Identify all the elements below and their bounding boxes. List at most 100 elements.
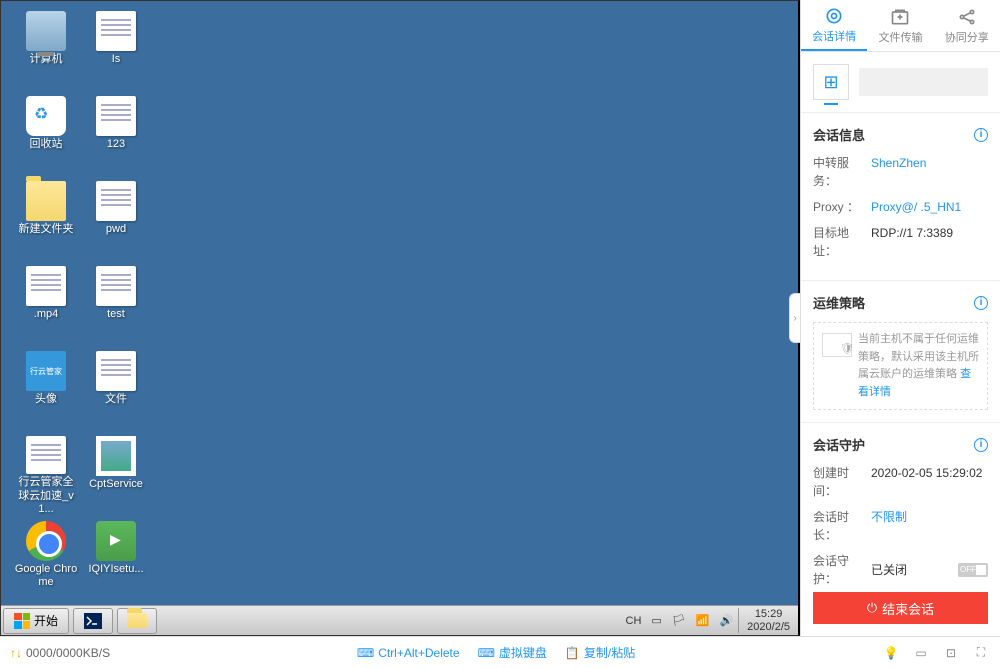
app-icon: 行云管家 <box>26 351 66 391</box>
target-label: 目标地址： <box>813 224 871 260</box>
fullscreen-icon[interactable]: ⛶ <box>972 644 990 662</box>
folder-icon <box>127 613 147 628</box>
tray-flag-icon[interactable]: 🏳 <box>667 614 691 627</box>
desktop-icon-file-is[interactable]: Is <box>81 6 151 91</box>
tray-volume-icon[interactable]: 🔊 <box>714 614 738 627</box>
desktop-icon-iqiyi[interactable]: IQIYIsetu... <box>81 516 151 601</box>
tab-share[interactable]: 协同分享 <box>934 0 1000 51</box>
taskbar-powershell[interactable] <box>73 608 113 634</box>
file-icon <box>26 436 66 474</box>
icon-label: Is <box>112 53 121 66</box>
guard-title: 会话守护 <box>813 435 865 454</box>
file-icon <box>96 11 136 51</box>
network-stats: ↑↓ 0000/0000KB/S <box>10 646 110 660</box>
desktop-icon-file-test[interactable]: test <box>81 261 151 346</box>
power-icon: ⏻ <box>867 600 877 616</box>
ime-indicator[interactable]: CH <box>621 615 647 627</box>
create-time-value: 2020-02-05 15:29:02 <box>871 464 982 500</box>
toolbar-cad[interactable]: ⌨ Ctrl+Alt+Delete <box>357 644 460 661</box>
sidebar-collapse-handle[interactable]: › <box>789 293 801 343</box>
tab-label: 协同分享 <box>945 29 989 45</box>
toolbar-label: 复制/粘贴 <box>584 644 635 661</box>
img-icon <box>96 436 136 476</box>
icon-label: 回收站 <box>30 138 63 151</box>
powershell-icon <box>84 613 102 629</box>
desktop-icon-file-docs[interactable]: 文件 <box>81 346 151 431</box>
policy-help-icon[interactable]: i <box>974 296 988 310</box>
windows-host-icon: ⊞ <box>813 64 849 100</box>
folder-icon <box>26 181 66 221</box>
icon-label: pwd <box>106 223 126 236</box>
icon-label: IQIYIsetu... <box>88 563 143 576</box>
start-label: 开始 <box>34 612 58 629</box>
icon-label: 行云管家全球云加速_v1... <box>14 476 79 516</box>
tab-label: 文件传输 <box>878 29 922 45</box>
relay-label: 中转服务： <box>813 154 871 190</box>
create-time-label: 创建时间： <box>813 464 871 500</box>
tray-time: 15:29 <box>747 608 790 620</box>
tray-clock[interactable]: 15:29 2020/2/5 <box>738 608 798 632</box>
display-settings-icon[interactable]: ▭ <box>912 644 930 662</box>
taskbar: 开始 CH ▭ 🏳 📶 🔊 15:29 2020/2/5 <box>1 605 798 635</box>
session-info-help-icon[interactable]: i <box>974 128 988 142</box>
fit-screen-icon[interactable]: ⊡ <box>942 644 960 662</box>
tray-action-center-icon[interactable]: ▭ <box>646 614 666 627</box>
toolbar-label: 虚拟键盘 <box>499 644 547 661</box>
bin-icon <box>26 96 66 136</box>
cad-icon: ⌨ <box>357 646 374 660</box>
file-icon <box>96 351 136 391</box>
desktop-icon-xingyun[interactable]: 行云管家全球云加速_v1... <box>11 431 81 516</box>
desktop-icon-cptservice[interactable]: CptService <box>81 431 151 516</box>
toolbar-vkb[interactable]: ⌨虚拟键盘 <box>478 644 547 661</box>
desktop-icon-chrome[interactable]: Google Chrome <box>11 516 81 601</box>
icon-label: test <box>107 308 125 321</box>
icon-label: 123 <box>107 138 125 151</box>
guard-help-icon[interactable]: i <box>974 438 988 452</box>
paste-icon: 📋 <box>565 646 580 660</box>
proxy-label: Proxy ： <box>813 198 871 216</box>
proxy-value[interactable]: Proxy@/ .5_HN1 <box>871 198 961 216</box>
end-session-label: 结束会话 <box>882 599 934 618</box>
desktop-icon-file-123[interactable]: 123 <box>81 91 151 176</box>
host-summary: ⊞ <box>801 52 1000 113</box>
end-session-button[interactable]: ⏻ 结束会话 <box>813 592 988 624</box>
icon-label: Google Chrome <box>14 563 79 589</box>
system-tray: CH ▭ 🏳 📶 🔊 15:29 2020/2/5 <box>621 606 799 635</box>
tray-network-icon[interactable]: 📶 <box>691 614 715 627</box>
desktop-icon-avatar[interactable]: 行云管家头像 <box>11 346 81 431</box>
desktop-icon-file-mp4[interactable]: .mp4 <box>11 261 81 346</box>
file-icon <box>96 266 136 306</box>
policy-empty-notice: 当前主机不属于任何运维策略，默认采用该主机所属云账户的运维策略 查看详情 <box>813 322 988 410</box>
desktop-icon-recycle-bin[interactable]: 回收站 <box>11 91 81 176</box>
desktop-icon-computer[interactable]: 计算机 <box>11 6 81 91</box>
network-speed: 0000/0000KB/S <box>26 646 110 660</box>
duration-label: 会话时长： <box>813 508 871 544</box>
file-icon <box>96 96 136 136</box>
guard-status-label: 会话守护： <box>813 552 871 588</box>
toolbar-paste[interactable]: 📋 复制/粘贴 <box>565 644 635 661</box>
windows-logo-icon <box>14 613 30 629</box>
guard-status-value: 已关闭 <box>871 561 907 579</box>
chrome-icon <box>26 521 66 561</box>
tab-label: 会话详情 <box>812 28 856 44</box>
file-icon <box>96 181 136 221</box>
start-button[interactable]: 开始 <box>3 608 69 634</box>
desktop-icon-new-folder[interactable]: 新建文件夹 <box>11 176 81 261</box>
tab-transfer[interactable]: 文件传输 <box>867 0 933 51</box>
toolbar-label: Ctrl+Alt+Delete <box>378 646 459 660</box>
iqiyi-icon <box>96 521 136 561</box>
session-info-title: 会话信息 <box>813 125 865 144</box>
duration-value[interactable]: 不限制 <box>871 508 907 544</box>
tab-details[interactable]: 会话详情 <box>801 0 867 51</box>
icon-label: 文件 <box>105 393 127 406</box>
guard-toggle[interactable]: OFF <box>958 563 988 577</box>
relay-value[interactable]: ShenZhen <box>871 154 926 190</box>
policy-title: 运维策略 <box>813 293 865 312</box>
session-sidebar: › 会话详情文件传输协同分享 ⊞ 会话信息 i 中转服务： ShenZhen P… <box>800 0 1000 636</box>
file-icon <box>26 266 66 306</box>
remote-desktop-viewport[interactable]: 计算机 Is 回收站 123 新建文件夹 pwd .mp4 test 行云管家头像文件行云管家全… <box>0 0 800 636</box>
tips-bulb-icon[interactable]: 💡 <box>882 644 900 662</box>
desktop-icon-file-pwd[interactable]: pwd <box>81 176 151 261</box>
tray-date: 2020/2/5 <box>747 621 790 633</box>
taskbar-explorer[interactable] <box>117 608 157 634</box>
